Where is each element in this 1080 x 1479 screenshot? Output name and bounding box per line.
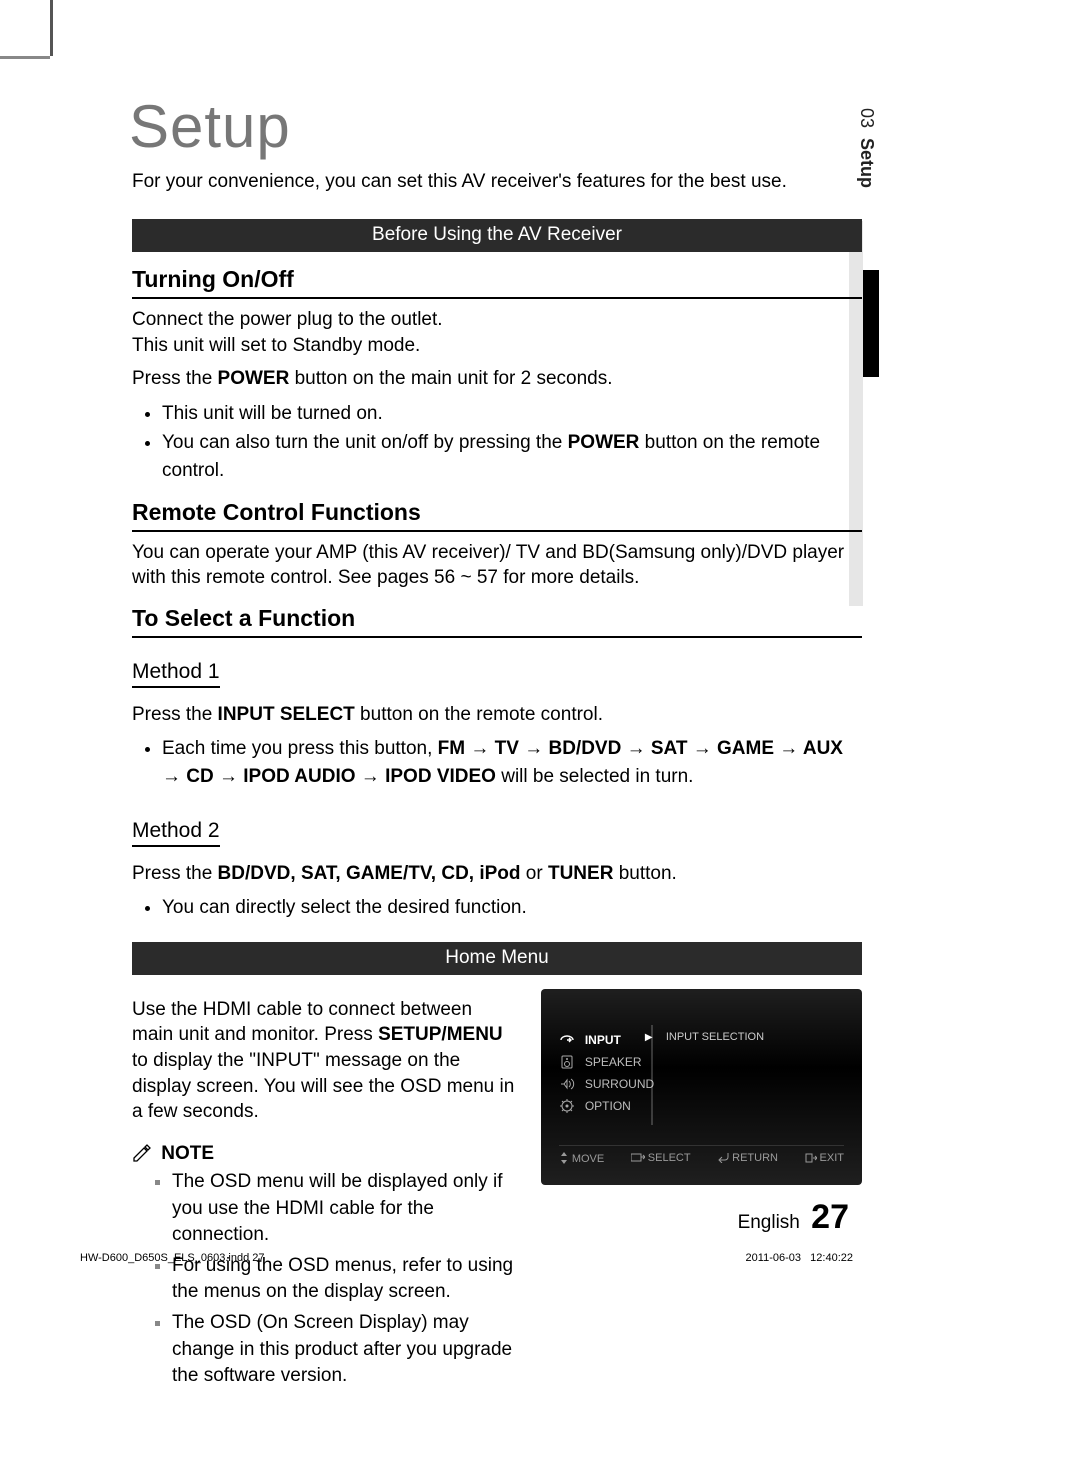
note-label: NOTE [161, 1143, 214, 1164]
osd-menu: ▶ INPUT SELECTION INPUT SP [559, 1029, 844, 1117]
subheading-method1: Method 1 [132, 660, 220, 688]
text: Connect the power plug to the outlet. [132, 309, 443, 330]
crop-mark-horizontal [0, 56, 50, 59]
crop-mark-vertical [50, 0, 53, 56]
osd-item-speaker: SPEAKER [559, 1051, 844, 1073]
section-banner-home-menu: Home Menu [132, 942, 862, 975]
gear-icon [559, 1099, 575, 1113]
text: or [521, 863, 548, 884]
imprint-datetime: 2011-06-03 12:40:22 [746, 1252, 853, 1264]
heading-turning-on-off: Turning On/Off [132, 266, 862, 299]
osd-item-surround: SURROUND [559, 1073, 844, 1095]
text: Press the [132, 863, 218, 884]
paragraph: Connect the power plug to the outlet. Th… [132, 307, 862, 358]
two-column-layout: Use the HDMI cable to connect between ma… [132, 989, 862, 1400]
text: button on the main unit for 2 seconds. [289, 368, 612, 389]
pencil-icon [132, 1143, 161, 1164]
bold-text: INPUT SELECT [218, 704, 355, 725]
imprint-date: 2011-06-03 [746, 1252, 801, 1264]
hint-label: SELECT [648, 1152, 691, 1164]
heading-remote-control: Remote Control Functions [132, 499, 862, 532]
side-tab-marker [863, 270, 879, 377]
note-list: The OSD menu will be displayed only if y… [132, 1169, 517, 1390]
section-banner-before-using: Before Using the AV Receiver [132, 219, 862, 252]
paragraph: Use the HDMI cable to connect between ma… [132, 997, 517, 1125]
page-title: Setup [129, 92, 862, 161]
column-right: ▶ INPUT SELECTION INPUT SP [541, 989, 862, 1185]
bold-text: SETUP/MENU [378, 1024, 503, 1045]
osd-item-option: OPTION [559, 1095, 844, 1117]
text: This unit will set to Standby mode. [132, 335, 420, 356]
list-item: The OSD menu will be displayed only if y… [172, 1169, 517, 1249]
bullet-list: This unit will be turned on. You can als… [132, 400, 862, 485]
hint-select: SELECT [631, 1152, 691, 1165]
bold-text: POWER [218, 368, 290, 389]
page-number: 27 [811, 1198, 849, 1236]
hint-label: EXIT [820, 1152, 844, 1164]
text: to display the "INPUT" message on the di… [132, 1050, 514, 1122]
page-intro: For your convenience, you can set this A… [132, 171, 862, 193]
paragraph: Press the INPUT SELECT button on the rem… [132, 702, 862, 728]
hint-label: RETURN [732, 1152, 778, 1164]
hint-return: RETURN [717, 1152, 778, 1165]
osd-screenshot: ▶ INPUT SELECTION INPUT SP [541, 989, 862, 1185]
text: You can also turn the unit on/off by pre… [162, 432, 568, 453]
text: button on the remote control. [355, 704, 603, 725]
list-item: This unit will be turned on. [162, 400, 862, 428]
osd-footer-hints: MOVE SELECT RETURN EXIT [559, 1145, 844, 1165]
list-item: You can also turn the unit on/off by pre… [162, 429, 862, 484]
list-item: The OSD (On Screen Display) may change i… [172, 1310, 517, 1390]
text: Each time you press this button, [162, 738, 438, 759]
hint-label: MOVE [572, 1153, 604, 1165]
osd-submenu-label: INPUT SELECTION [666, 1031, 764, 1043]
bold-text: POWER [568, 432, 640, 453]
bold-text: TUNER [548, 863, 613, 884]
triangle-right-icon: ▶ [645, 1032, 653, 1043]
column-left: Use the HDMI cable to connect between ma… [132, 989, 517, 1400]
bullet-list: Each time you press this button, FM → TV… [132, 735, 862, 790]
imprint-time: 12:40:22 [810, 1252, 853, 1264]
imprint-filename: HW-D600_D650S_ELS_0603.indd 27 [80, 1252, 264, 1264]
bold-text: BD/DVD, SAT, GAME/TV, CD, iPod [218, 863, 521, 884]
paragraph: Press the BD/DVD, SAT, GAME/TV, CD, iPod… [132, 861, 862, 887]
input-icon [559, 1033, 575, 1047]
text: Press the [132, 368, 218, 389]
list-item: You can directly select the desired func… [162, 894, 862, 922]
page-footer: English 27 [738, 1198, 849, 1237]
surround-icon [559, 1077, 575, 1091]
text: Press the [132, 704, 218, 725]
hint-move: MOVE [559, 1152, 604, 1165]
hint-exit: EXIT [805, 1152, 844, 1165]
osd-item-label: INPUT [585, 1033, 621, 1047]
text: will be selected in turn. [496, 766, 694, 787]
osd-item-label: SPEAKER [585, 1055, 642, 1069]
manual-page: 03 Setup Setup For your convenience, you… [0, 0, 1080, 1479]
heading-select-function: To Select a Function [132, 605, 862, 638]
bullet-list: You can directly select the desired func… [132, 894, 862, 922]
footer-language: English [738, 1212, 800, 1233]
text: button. [613, 863, 676, 884]
list-item: Each time you press this button, FM → TV… [162, 735, 862, 790]
subheading-method2: Method 2 [132, 819, 220, 847]
note-heading: NOTE [132, 1143, 517, 1165]
paragraph: You can operate your AMP (this AV receiv… [132, 540, 862, 591]
speaker-icon [559, 1055, 575, 1069]
osd-item-label: OPTION [585, 1099, 631, 1113]
osd-item-label: SURROUND [585, 1077, 654, 1091]
paragraph: Press the POWER button on the main unit … [132, 366, 862, 392]
